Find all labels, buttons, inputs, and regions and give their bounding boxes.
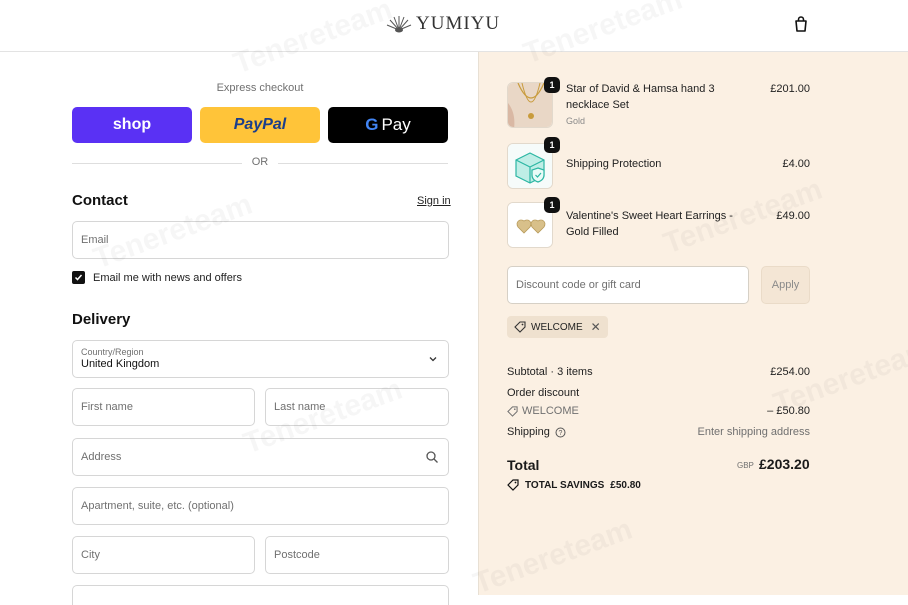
item-price: £49.00 xyxy=(776,210,810,222)
item-name: Shipping Protection xyxy=(566,158,662,170)
google-pay-label: Pay xyxy=(381,115,411,134)
svg-text:?: ? xyxy=(558,430,562,437)
checkout-form-panel: Express checkout shop PayPal G Pay OR Co… xyxy=(0,52,478,605)
tag-icon xyxy=(507,405,518,417)
discount-code-row: WELCOME xyxy=(507,405,579,417)
newsletter-checkbox[interactable] xyxy=(72,271,85,284)
item-name: Valentine's Sweet Heart Earrings - Gold … xyxy=(566,210,733,238)
or-text: OR xyxy=(251,156,269,168)
next-field-partial[interactable] xyxy=(72,585,449,605)
quantity-badge: 1 xyxy=(544,137,560,153)
delivery-title: Delivery xyxy=(72,311,131,328)
applied-discount-tag: WELCOME ✕ xyxy=(507,316,608,338)
savings-label: TOTAL SAVINGS xyxy=(525,479,605,491)
brand-logo[interactable]: YUMIYU xyxy=(386,12,500,36)
shopping-bag-icon[interactable] xyxy=(792,15,810,33)
tag-icon xyxy=(507,479,519,491)
google-g-icon: G xyxy=(365,115,379,134)
shop-pay-label: shop xyxy=(112,116,152,133)
first-name-placeholder: First name xyxy=(81,401,133,413)
paypal-button[interactable]: PayPal xyxy=(200,107,320,143)
city-placeholder: City xyxy=(81,549,100,561)
newsletter-label: Email me with news and offers xyxy=(93,271,242,284)
discount-value: – £50.80 xyxy=(767,405,810,417)
currency-code: GBP xyxy=(737,461,754,470)
express-checkout-title: Express checkout xyxy=(216,82,304,94)
total-label: Total xyxy=(507,457,540,473)
country-label: Country/Region xyxy=(81,347,144,357)
last-name-placeholder: Last name xyxy=(274,401,326,413)
total-savings-row: TOTAL SAVINGS £50.80 xyxy=(507,479,641,491)
subtotal-value: £254.00 xyxy=(770,366,810,378)
order-discount-label: Order discount xyxy=(507,387,580,399)
contact-title: Contact xyxy=(72,192,128,209)
postcode-placeholder: Postcode xyxy=(274,549,320,561)
item-price: £201.00 xyxy=(770,83,810,95)
or-divider: OR xyxy=(72,156,448,170)
apartment-placeholder: Apartment, suite, etc. (optional) xyxy=(81,500,234,512)
quantity-badge: 1 xyxy=(544,77,560,93)
sunburst-logo-icon xyxy=(386,16,412,33)
item-name: Star of David & Hamsa hand 3 necklace Se… xyxy=(566,83,715,111)
email-field[interactable]: Email xyxy=(72,221,449,259)
help-icon[interactable]: ? xyxy=(555,427,566,438)
shop-pay-button[interactable]: shop xyxy=(72,107,192,143)
sign-in-link[interactable]: Sign in xyxy=(417,195,451,207)
paypal-label: PayPal xyxy=(233,116,287,133)
email-placeholder: Email xyxy=(81,234,109,246)
address-placeholder: Address xyxy=(81,451,122,463)
item-price: £4.00 xyxy=(782,158,810,170)
discount-code-label: WELCOME xyxy=(522,405,579,417)
header: YUMIYU xyxy=(0,0,908,52)
brand-name: YUMIYU xyxy=(416,13,501,34)
discount-code-input[interactable]: Discount code or gift card xyxy=(507,266,749,304)
shipping-label: Shipping xyxy=(507,426,550,438)
shipping-value: Enter shipping address xyxy=(697,426,810,438)
city-field[interactable]: City xyxy=(72,536,255,574)
search-icon xyxy=(426,451,438,463)
tag-icon xyxy=(514,321,526,333)
applied-code-label: WELCOME xyxy=(531,321,583,333)
last-name-field[interactable]: Last name xyxy=(265,388,449,426)
apply-discount-button[interactable]: Apply xyxy=(761,266,810,304)
subtotal-label: Subtotal · 3 items xyxy=(507,366,593,378)
postcode-field[interactable]: Postcode xyxy=(265,536,449,574)
shipping-row: Shipping ? xyxy=(507,426,566,438)
quantity-badge: 1 xyxy=(544,197,560,213)
savings-value: £50.80 xyxy=(610,479,641,491)
first-name-field[interactable]: First name xyxy=(72,388,255,426)
address-field[interactable]: Address xyxy=(72,438,449,476)
checkmark-icon xyxy=(74,274,83,281)
google-pay-button[interactable]: G Pay xyxy=(328,107,448,143)
item-variant: Gold xyxy=(566,116,586,126)
country-value: United Kingdom xyxy=(81,358,160,370)
remove-discount-icon[interactable]: ✕ xyxy=(591,320,601,334)
newsletter-option[interactable]: Email me with news and offers xyxy=(72,271,242,284)
divider-line-right xyxy=(278,163,448,164)
chevron-down-icon xyxy=(429,357,437,362)
total-value: £203.20 xyxy=(759,456,810,472)
discount-placeholder: Discount code or gift card xyxy=(516,279,641,291)
apartment-field[interactable]: Apartment, suite, etc. (optional) xyxy=(72,487,449,525)
country-select[interactable]: Country/Region United Kingdom xyxy=(72,340,449,378)
